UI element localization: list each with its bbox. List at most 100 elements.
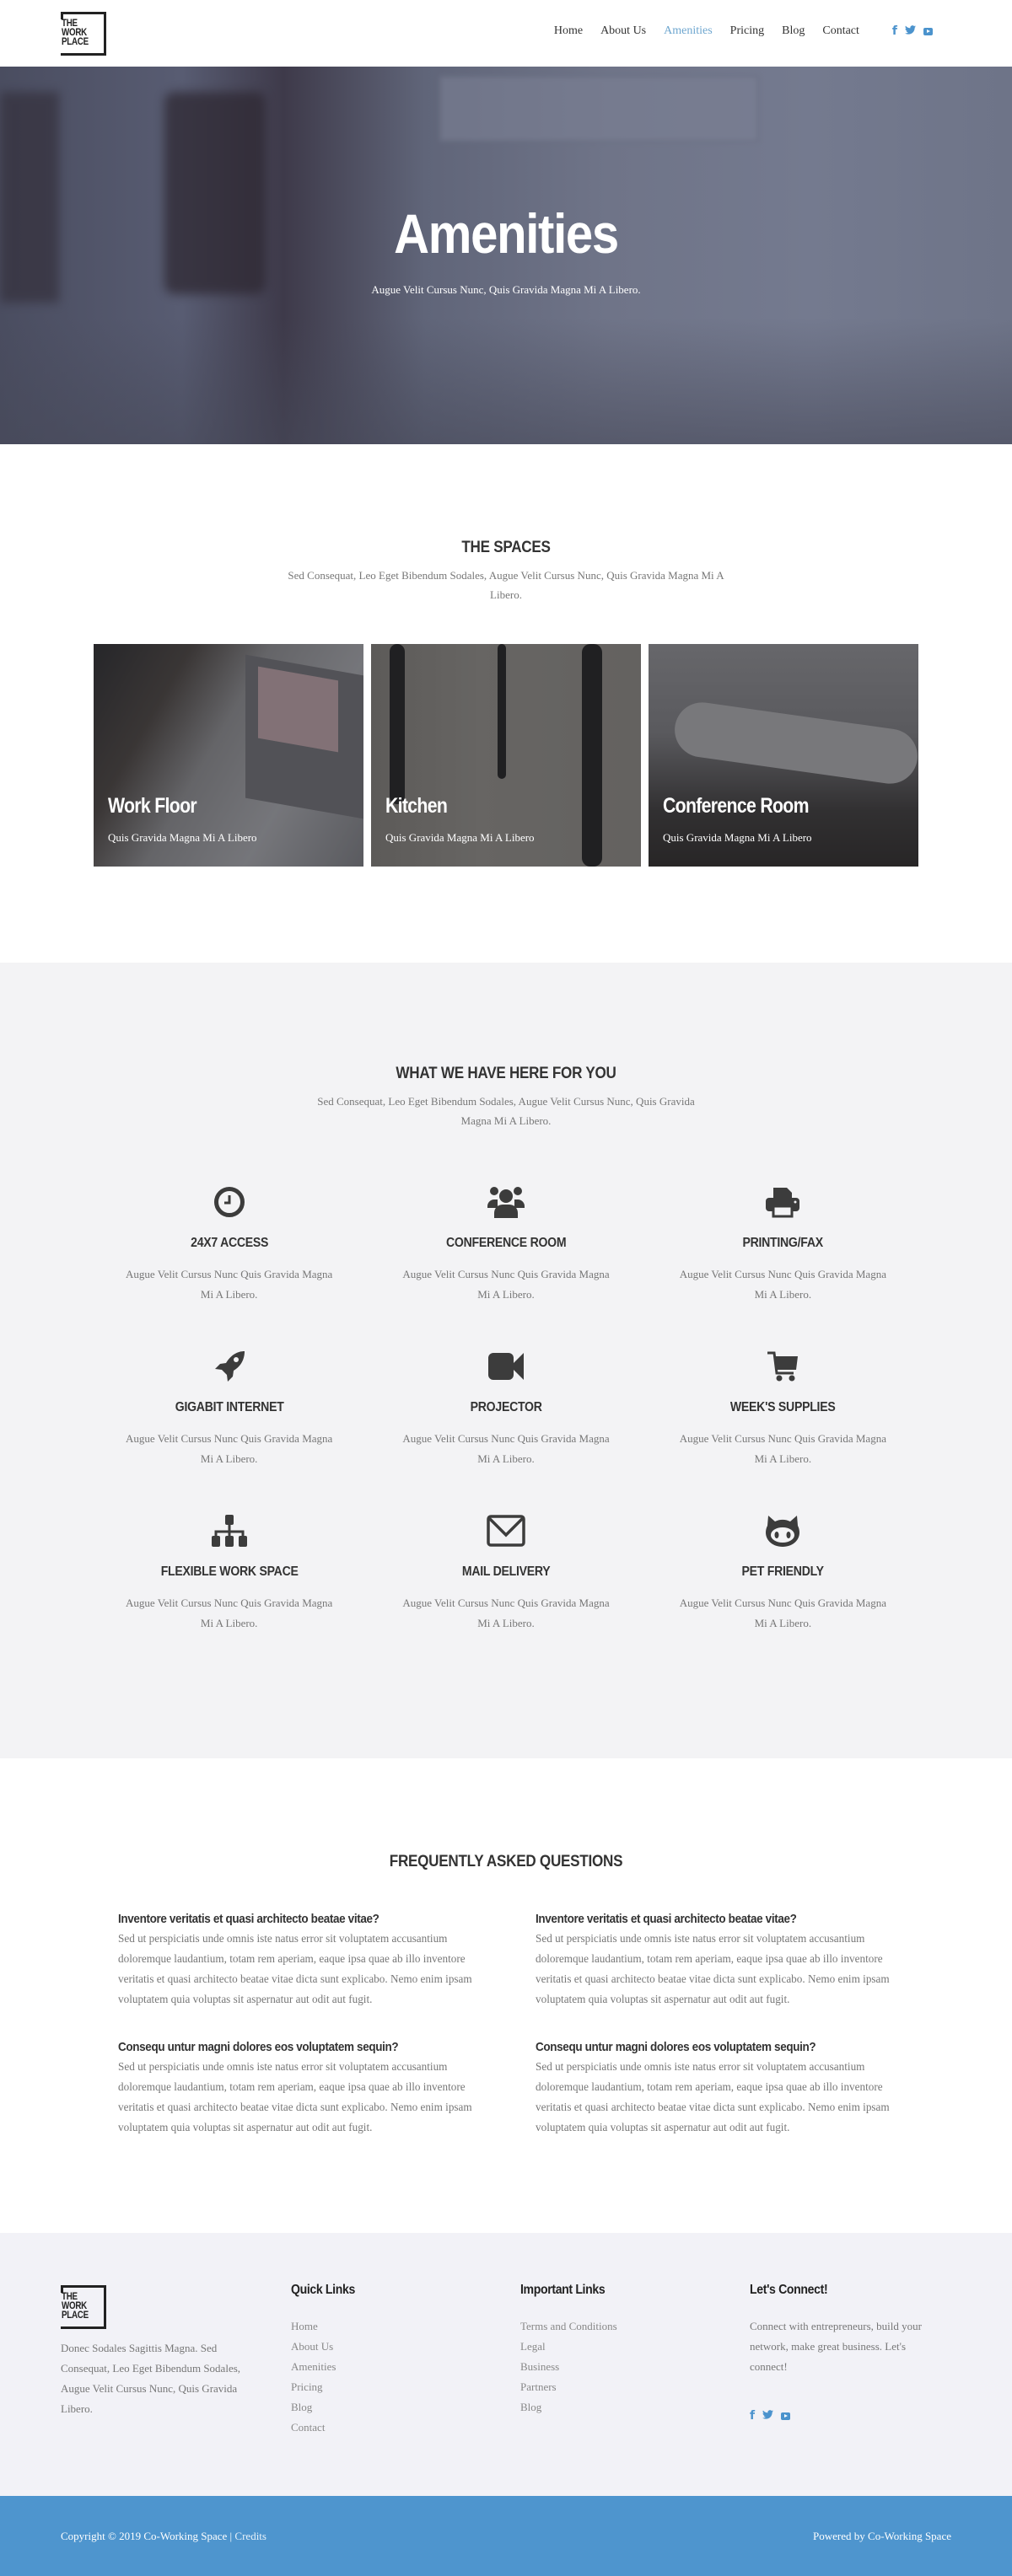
space-card-caption: Quis Gravida Magna Mi A Libero (385, 831, 535, 844)
site-logo[interactable]: THE WORK PLACE (61, 12, 106, 56)
footer-link-blog[interactable]: Blog (291, 2401, 312, 2413)
amenity-title: MAIL DELIVERY (461, 1564, 551, 1579)
facebook-icon[interactable]: f (892, 24, 897, 38)
important-links-list: Terms and Conditions Legal Business Part… (520, 2316, 617, 2418)
spaces-title: THE SPACES (461, 539, 551, 556)
amenity-item: CONFERENCE ROOM Augue Velit Cursus Nunc … (368, 1183, 644, 1305)
amenity-item: FLEXIBLE WORK SPACE Augue Velit Cursus N… (91, 1511, 368, 1634)
footer-link-amenities[interactable]: Amenities (291, 2360, 336, 2373)
faq-question: Consequ untur magni dolores eos voluptat… (536, 2040, 816, 2054)
faq-title: FREQUENTLY ASKED QUESTIONS (389, 1853, 623, 1870)
facebook-icon[interactable]: f (750, 2409, 755, 2423)
credits-link[interactable]: Credits (234, 2530, 266, 2542)
connect-text: Connect with entrepreneurs, build your n… (750, 2320, 922, 2373)
footer-link-terms[interactable]: Terms and Conditions (520, 2320, 617, 2332)
youtube-icon[interactable] (781, 2412, 791, 2420)
space-card-kitchen[interactable]: Kitchen Quis Gravida Magna Mi A Libero (371, 644, 641, 867)
space-card-title: Conference Room (663, 794, 809, 818)
footer-link-business[interactable]: Business (520, 2360, 559, 2373)
twitter-icon[interactable] (762, 2409, 774, 2423)
amenities-title: WHAT WE HAVE HERE FOR YOU (396, 1065, 616, 1082)
important-links-column: Important Links Terms and Conditions Leg… (520, 2233, 617, 2418)
copyright-text: Copyright © 2019 Co-Working Space | Cred… (61, 2530, 266, 2543)
quick-links-list: Home About Us Amenities Pricing Blog Con… (291, 2316, 363, 2438)
hero-bg-shape (439, 75, 759, 142)
logo-line: PLACE (62, 2310, 89, 2321)
nav-home[interactable]: Home (554, 24, 583, 38)
twitter-icon[interactable] (905, 24, 916, 38)
logo-text: THE WORK PLACE (62, 2292, 89, 2321)
footer-link-partners[interactable]: Partners (520, 2380, 557, 2393)
quick-links-title: Quick Links (291, 2283, 355, 2297)
amenities-grid: 24X7 ACCESS Augue Velit Cursus Nunc Quis… (91, 1183, 922, 1634)
faq-answer: Sed ut perspiciatis unde omnis iste natu… (536, 1932, 890, 2005)
nav-pricing[interactable]: Pricing (730, 24, 764, 38)
faq-question: Consequ untur magni dolores eos voluptat… (118, 2040, 399, 2054)
amenity-item: MAIL DELIVERY Augue Velit Cursus Nunc Qu… (368, 1511, 644, 1634)
faq-item: Consequ untur magni dolores eos voluptat… (118, 2040, 476, 2138)
amenity-item: PRINTING/FAX Augue Velit Cursus Nunc Qui… (644, 1183, 921, 1305)
footer-link-about-us[interactable]: About Us (291, 2340, 333, 2353)
footer-logo[interactable]: THE WORK PLACE (61, 2285, 106, 2329)
space-card-conference-room[interactable]: Conference Room Quis Gravida Magna Mi A … (649, 644, 918, 867)
video-camera-icon (368, 1347, 644, 1385)
footer-link-contact[interactable]: Contact (291, 2421, 325, 2434)
faq-answer: Sed ut perspiciatis unde omnis iste natu… (118, 1932, 472, 2005)
amenities-section: WHAT WE HAVE HERE FOR YOU Sed Consequat,… (0, 963, 1012, 1758)
footer-link-legal[interactable]: Legal (520, 2340, 546, 2353)
amenity-text: Augue Velit Cursus Nunc Quis Gravida Mag… (402, 1597, 610, 1629)
faq-item: Inventore veritatis et quasi architecto … (536, 1912, 894, 2010)
envelope-icon (368, 1511, 644, 1549)
copyright-bar: Copyright © 2019 Co-Working Space | Cred… (0, 2496, 1012, 2576)
printer-icon (644, 1183, 921, 1221)
site-footer: THE WORK PLACE Donec Sodales Sagittis Ma… (0, 2233, 1012, 2496)
nav-contact[interactable]: Contact (822, 24, 859, 38)
nav-blog[interactable]: Blog (782, 24, 805, 38)
amenity-title: PRINTING/FAX (742, 1236, 824, 1250)
nav-about-us[interactable]: About Us (600, 24, 646, 38)
hero-subtitle: Augue Velit Cursus Nunc, Quis Gravida Ma… (371, 283, 641, 296)
amenity-title: WEEK'S SUPPLIES (730, 1400, 836, 1414)
amenity-text: Augue Velit Cursus Nunc Quis Gravida Mag… (126, 1268, 333, 1301)
space-card-caption: Quis Gravida Magna Mi A Libero (663, 831, 812, 844)
amenity-title: CONFERENCE ROOM (445, 1236, 567, 1250)
faq-section: FREQUENTLY ASKED QUESTIONS Inventore ver… (0, 1758, 1012, 2233)
space-card-title: Work Floor (108, 794, 197, 818)
powered-by: Powered by Co-Working Space (813, 2530, 951, 2542)
copyright-label: Copyright © 2019 Co-Working Space | (61, 2530, 235, 2542)
amenity-text: Augue Velit Cursus Nunc Quis Gravida Mag… (679, 1268, 886, 1301)
footer-description: Donec Sodales Sagittis Magna. Sed Conseq… (61, 2342, 241, 2415)
amenity-title: FLEXIBLE WORK SPACE (160, 1564, 299, 1579)
amenity-item: PET FRIENDLY Augue Velit Cursus Nunc Qui… (644, 1511, 921, 1634)
amenity-item: 24X7 ACCESS Augue Velit Cursus Nunc Quis… (91, 1183, 368, 1305)
logo-line: PLACE (62, 37, 89, 47)
footer-link-home[interactable]: Home (291, 2320, 318, 2332)
connect-title: Let's Connect! (750, 2283, 828, 2297)
faq-answer: Sed ut perspiciatis unde omnis iste natu… (118, 2060, 472, 2133)
space-card-work-floor[interactable]: Work Floor Quis Gravida Magna Mi A Liber… (94, 644, 363, 867)
amenity-text: Augue Velit Cursus Nunc Quis Gravida Mag… (402, 1268, 610, 1301)
amenity-item: GIGABIT INTERNET Augue Velit Cursus Nunc… (91, 1347, 368, 1469)
amenity-title: GIGABIT INTERNET (175, 1400, 284, 1414)
amenities-subtitle: Sed Consequat, Leo Eget Bibendum Sodales… (317, 1095, 695, 1127)
logo-text: THE WORK PLACE (62, 19, 89, 47)
faq-question: Inventore veritatis et quasi architecto … (118, 1912, 380, 1926)
octocat-icon (644, 1511, 921, 1549)
nav-amenities[interactable]: Amenities (664, 24, 713, 38)
faq-list: Inventore veritatis et quasi architecto … (118, 1912, 894, 2138)
hero-banner: Amenities Augue Velit Cursus Nunc, Quis … (0, 67, 1012, 444)
site-header: THE WORK PLACE Home About Us Amenities P… (0, 0, 1012, 67)
footer-link-pricing[interactable]: Pricing (291, 2380, 323, 2393)
footer-link-blog-2[interactable]: Blog (520, 2401, 541, 2413)
faq-item: Inventore veritatis et quasi architecto … (118, 1912, 476, 2010)
faq-answer: Sed ut perspiciatis unde omnis iste natu… (536, 2060, 890, 2133)
space-card-title: Kitchen (385, 794, 448, 818)
quick-links-column: Quick Links Home About Us Amenities Pric… (291, 2233, 363, 2438)
youtube-icon[interactable] (923, 27, 933, 35)
cart-icon (644, 1347, 921, 1385)
amenity-item: PROJECTOR Augue Velit Cursus Nunc Quis G… (368, 1347, 644, 1469)
space-cards: Work Floor Quis Gravida Magna Mi A Liber… (0, 644, 1012, 867)
amenity-title: PET FRIENDLY (741, 1564, 825, 1579)
amenity-text: Augue Velit Cursus Nunc Quis Gravida Mag… (126, 1597, 333, 1629)
hero-title: Amenities (394, 202, 619, 265)
